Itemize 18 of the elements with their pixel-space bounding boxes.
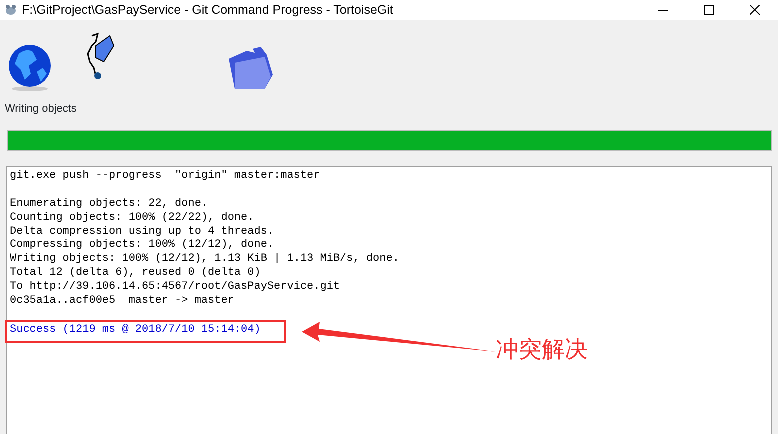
command-line: git.exe push --progress "origin" master:master — [10, 170, 320, 184]
success-line: Success (1219 ms @ 2018/7/10 15:14:04) — [10, 324, 261, 338]
output-line: Compressing objects: 100% (12/12), done. — [10, 239, 274, 253]
output-line: Writing objects: 100% (12/12), 1.13 KiB | 1.13 MiB/s, done. — [10, 253, 400, 267]
globe-icon — [7, 44, 53, 92]
close-icon — [750, 5, 760, 15]
output-line: Enumerating objects: 22, done. — [10, 198, 208, 212]
maximize-icon — [704, 5, 714, 15]
output-line: Delta compression using up to 4 threads. — [10, 226, 274, 239]
app-icon — [4, 4, 18, 16]
output-line: To http://39.106.14.65:4567/root/GasPayService.git — [10, 281, 340, 295]
window-title: F:\GitProject\GasPayService - Git Command Progress - TortoiseGit — [22, 2, 394, 19]
output-line: Total 12 (delta 6), reused 0 (delta 0) — [10, 267, 261, 281]
output-line: 0c35a1a..acf00e5 master -> master — [10, 295, 234, 309]
status-label: Writing objects — [5, 102, 77, 117]
output-line: Counting objects: 100% (22/22), done. — [10, 212, 254, 226]
annotation-text: 冲突解决 — [496, 336, 588, 365]
folder-icon — [227, 45, 275, 91]
